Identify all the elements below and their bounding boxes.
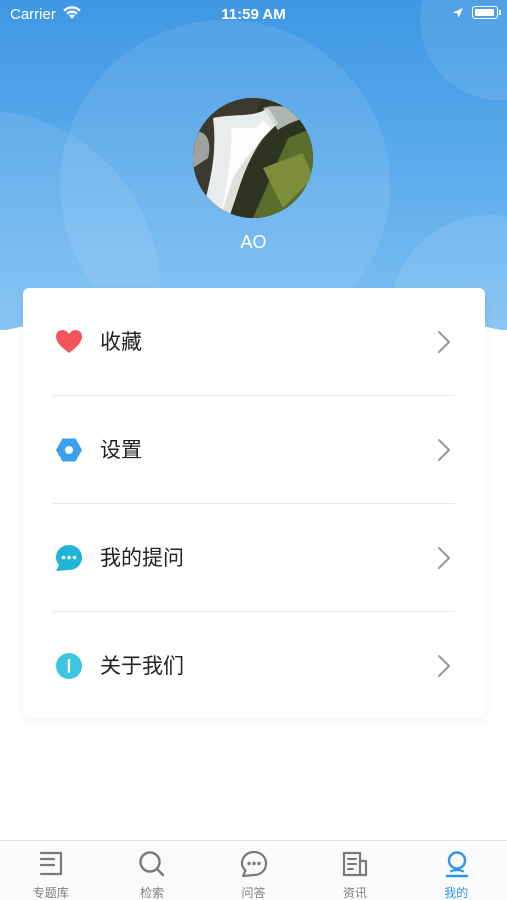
- menu-item-label: 我的提问: [100, 546, 184, 570]
- settings-hexagon-icon: [56, 438, 82, 462]
- topic-list-icon: [39, 851, 63, 876]
- chevron-right-icon: [438, 655, 450, 677]
- heart-icon: [56, 330, 82, 353]
- waterfall-photo-icon: [193, 98, 313, 218]
- chat-bubble-icon: [56, 545, 82, 571]
- clock: 11:59 AM: [221, 6, 286, 23]
- chevron-right-icon: [438, 439, 450, 461]
- location-arrow-icon: [453, 8, 463, 18]
- menu-item-settings[interactable]: 设置: [23, 396, 485, 504]
- tab-bar: 专题库 检索 问答 资讯 我的: [0, 840, 507, 900]
- qa-bubble-icon: [240, 850, 267, 878]
- menu-item-label: 收藏: [100, 330, 142, 354]
- tab-label: 问答: [241, 886, 266, 900]
- tab-news[interactable]: 资讯: [304, 841, 405, 900]
- chevron-right-icon: [438, 547, 450, 569]
- menu-item-about-us[interactable]: 关于我们: [23, 612, 485, 720]
- menu-item-label: 设置: [100, 438, 142, 462]
- menu-item-my-questions[interactable]: 我的提问: [23, 504, 485, 612]
- tab-label: 专题库: [32, 886, 69, 900]
- tab-qa[interactable]: 问答: [203, 841, 304, 900]
- username: AO: [240, 232, 267, 252]
- tab-mine[interactable]: 我的: [406, 841, 507, 900]
- tab-label: 资讯: [342, 886, 367, 900]
- menu-card: 收藏 设置 我的提问 关于我们: [23, 288, 485, 718]
- info-icon: [56, 653, 82, 679]
- tab-topics[interactable]: 专题库: [0, 841, 101, 900]
- chevron-right-icon: [438, 331, 450, 353]
- menu-item-favorites[interactable]: 收藏: [23, 288, 485, 396]
- status-bar: Carrier 11:59 AM: [0, 0, 507, 28]
- tab-label: 检索: [140, 886, 165, 900]
- avatar[interactable]: [193, 98, 313, 218]
- profile-icon: [445, 851, 468, 878]
- tab-search[interactable]: 检索: [101, 841, 202, 900]
- news-icon: [343, 851, 368, 877]
- search-icon: [139, 851, 165, 877]
- menu-item-label: 关于我们: [100, 654, 184, 678]
- battery-icon: [472, 6, 501, 19]
- tab-label: 我的: [444, 886, 469, 900]
